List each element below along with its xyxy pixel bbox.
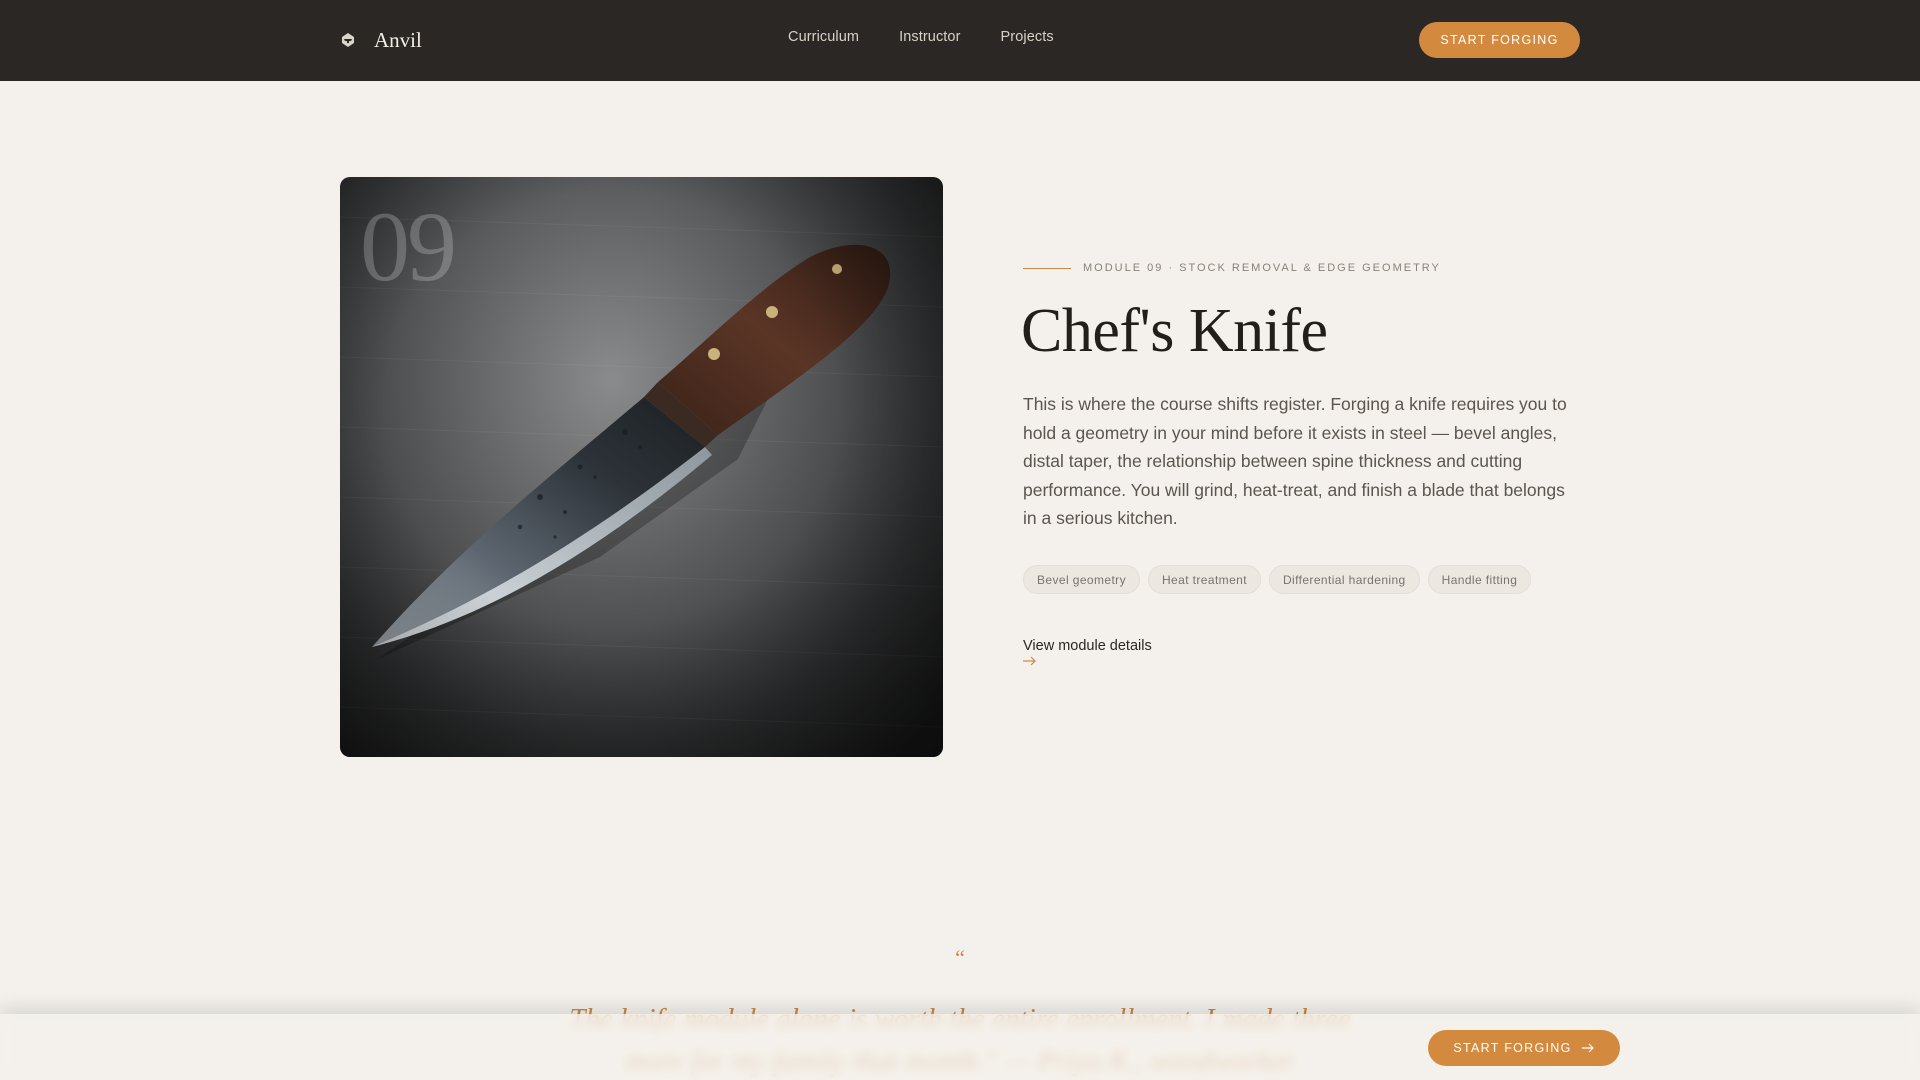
nav-links: Curriculum Instructor Projects [788,29,1054,45]
brand-logo[interactable]: Anvil [340,20,422,60]
view-module-details-link[interactable]: View module details [1023,638,1152,666]
tag-heat-treatment: Heat treatment [1147,565,1261,594]
arrow-right-icon [1581,1043,1594,1053]
module-eyebrow: MODULE 09 · STOCK REMOVAL & EDGE GEOMETR… [1023,262,1441,274]
nav-link-curriculum[interactable]: Curriculum [788,29,859,45]
module-tags: Bevel geometry Heat treatment Differenti… [1023,565,1532,594]
eyebrow-text: MODULE 09 · STOCK REMOVAL & EDGE GEOMETR… [1083,262,1441,274]
detail-link-label: View module details [1023,638,1152,654]
top-nav: Anvil Curriculum Instructor Projects STA… [0,0,1920,81]
module-image: 09 [340,177,943,757]
sticky-cta-label: START FORGING [1453,1041,1572,1055]
anvil-logo-icon [342,33,354,47]
module-title: Chef's Knife [1021,297,1328,365]
quote-mark: “ [955,945,965,970]
nav-link-projects[interactable]: Projects [1001,29,1054,45]
sticky-cta-bar: START FORGING [0,1014,1920,1080]
module-number: 09 [360,191,457,302]
arrow-right-icon [1023,656,1036,666]
nav-link-instructor[interactable]: Instructor [899,29,960,45]
tag-bevel-geometry: Bevel geometry [1023,565,1140,594]
sticky-start-forging-button[interactable]: START FORGING [1428,1030,1620,1066]
tag-handle-fitting: Handle fitting [1427,565,1532,594]
module-description: This is where the course shifts register… [1023,394,1567,529]
start-forging-button[interactable]: START FORGING [1419,22,1580,58]
tag-differential-hardening: Differential hardening [1268,565,1420,594]
brand-name: Anvil [374,27,422,52]
eyebrow-divider [1023,267,1071,269]
